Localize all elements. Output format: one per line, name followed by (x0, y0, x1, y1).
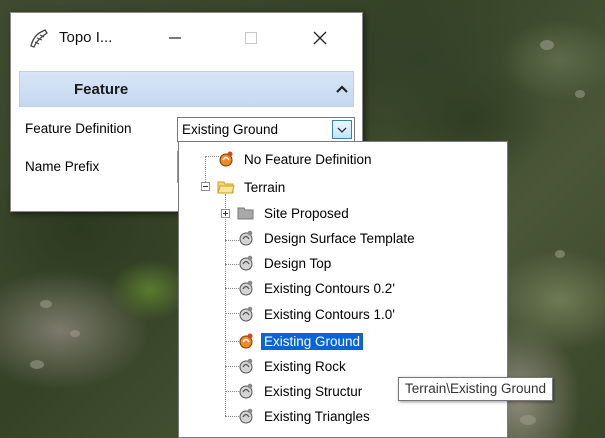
chevron-up-icon[interactable] (336, 84, 348, 94)
expand-site-proposed-toggle[interactable] (221, 209, 230, 218)
feature-definition-combobox[interactable]: Existing Ground (177, 117, 355, 142)
section-title: Feature (74, 81, 129, 98)
window-title: Topo I... (59, 29, 113, 46)
minimize-icon (169, 37, 181, 39)
feature-def-icon (239, 255, 253, 271)
feature-def-icon (239, 358, 253, 374)
tree-item-existing-contours-1-0[interactable]: Existing Contours 1.0' (237, 303, 398, 325)
tree-item-existing-contours-0-2[interactable]: Existing Contours 0.2' (237, 277, 398, 299)
tree-connector (225, 194, 226, 416)
tree-item-existing-structures[interactable]: Existing Structur (237, 380, 365, 402)
chevron-down-icon (337, 127, 347, 133)
tooltip: Terrain\Existing Ground (398, 377, 554, 401)
minimize-button[interactable] (153, 21, 197, 55)
feature-definition-value: Existing Ground (182, 122, 279, 137)
collapse-terrain-toggle[interactable] (201, 182, 210, 191)
tree-item-site-proposed[interactable]: Site Proposed (237, 202, 352, 224)
tree-item-label: Design Surface Template (264, 230, 415, 246)
tree-item-existing-ground[interactable]: Existing Ground (237, 330, 365, 352)
maximize-button[interactable] (229, 21, 273, 55)
name-prefix-label: Name Prefix (25, 159, 100, 174)
feature-def-icon (219, 151, 233, 167)
tree-item-label: Existing Structur (264, 383, 363, 399)
feature-def-icon (239, 230, 253, 246)
tree-item-design-surface-template[interactable]: Design Surface Template (237, 227, 418, 249)
feature-section-header[interactable]: Feature (19, 71, 354, 107)
tree-item-terrain[interactable]: Terrain (217, 176, 288, 198)
feature-def-icon (239, 408, 253, 424)
close-icon (313, 31, 327, 45)
tree-item-label-selected: Existing Ground (259, 331, 365, 351)
tree-item-existing-rock[interactable]: Existing Rock (237, 355, 349, 377)
feature-def-icon (239, 333, 253, 349)
tree-item-label: Design Top (264, 255, 332, 271)
tree-item-no-feature-definition[interactable]: No Feature Definition (217, 148, 375, 170)
tree-item-label: Existing Rock (264, 358, 346, 374)
dropdown-button[interactable] (332, 120, 352, 139)
folder-open-icon (217, 181, 235, 194)
tree-item-label: No Feature Definition (244, 151, 372, 167)
title-bar[interactable]: Topo I... (11, 13, 362, 63)
tree-item-design-top[interactable]: Design Top (237, 252, 334, 274)
maximize-icon (245, 32, 257, 44)
folder-closed-icon (237, 207, 254, 220)
feature-def-icon (239, 306, 253, 322)
feature-definition-label: Feature Definition (25, 121, 132, 136)
tree-item-label: Existing Contours 0.2' (264, 280, 395, 296)
close-button[interactable] (298, 21, 342, 55)
feature-def-icon (239, 383, 253, 399)
tree-item-label: Existing Contours 1.0' (264, 306, 395, 322)
tree-item-existing-triangles[interactable]: Existing Triangles (237, 405, 373, 427)
tree-item-label: Site Proposed (264, 205, 349, 221)
app-icon (30, 29, 48, 48)
tree-item-label: Existing Triangles (264, 408, 370, 424)
tree-item-label: Terrain (244, 179, 286, 195)
feature-def-icon (239, 280, 253, 296)
